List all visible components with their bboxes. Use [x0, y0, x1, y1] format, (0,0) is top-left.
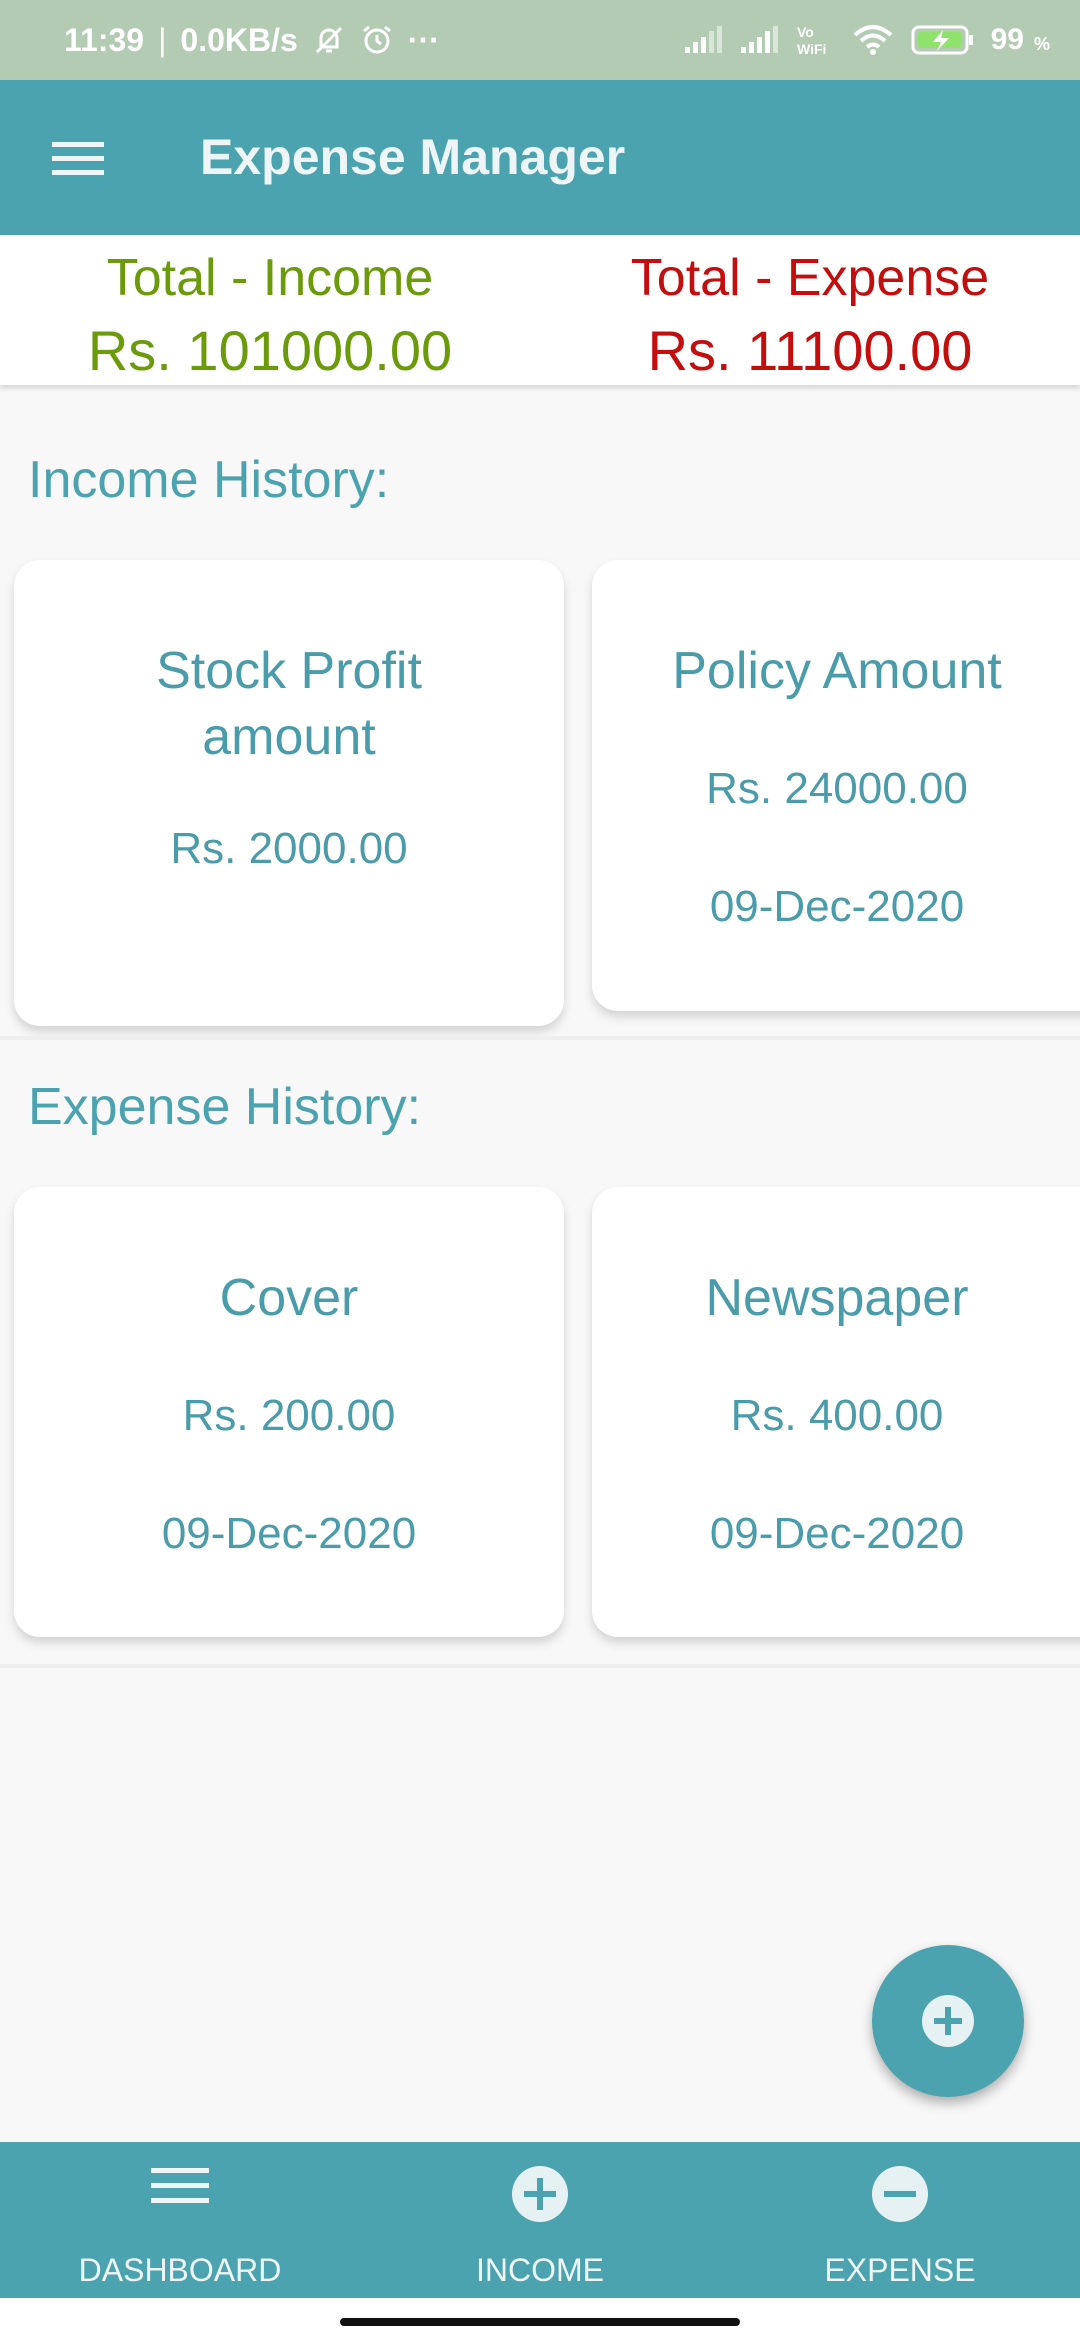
expense-strip-divider	[0, 1664, 1080, 1668]
total-expense-value: Rs. 11100.00	[647, 319, 973, 382]
svg-text:Vo: Vo	[797, 24, 814, 40]
status-bar: 11:39 | 0.0KB/s ··· Vo WiFi 99 %	[0, 0, 1080, 80]
network-speed: 0.0KB/s	[180, 21, 298, 58]
expense-card-title: Newspaper	[705, 1269, 969, 1327]
income-card-title: Policy Amount	[672, 642, 1002, 700]
income-strip-divider	[0, 1036, 1080, 1040]
income-card-amount: Rs. 24000.00	[706, 764, 968, 813]
expense-card[interactable]: Cover Rs. 200.00 09-Dec-2020	[14, 1187, 564, 1637]
income-card-date: 09-Dec-2020	[709, 882, 965, 931]
app-bar: Expense Manager	[0, 80, 1080, 235]
expense-card-date: 09-Dec-2020	[709, 1509, 965, 1558]
income-card[interactable]: Stock Profit amount Rs. 2000.00	[14, 560, 564, 1026]
income-card-title-line1: Stock Profit	[156, 642, 422, 700]
plus-circle-icon	[512, 2166, 568, 2222]
status-left: 11:39 | 0.0KB/s ···	[64, 0, 440, 80]
total-expense-label: Total - Expense	[630, 249, 990, 307]
plus-icon	[922, 1995, 974, 2047]
income-history-title: Income History:	[28, 451, 390, 509]
alarm-icon	[362, 25, 391, 54]
expense-card-date: 09-Dec-2020	[161, 1509, 417, 1558]
income-card[interactable]: Policy Amount Rs. 24000.00 09-Dec-2020	[592, 560, 1080, 1011]
total-income: Total - Income Rs. 101000.00	[0, 243, 540, 389]
income-card-title-line2: amount	[202, 708, 376, 766]
nav-label-expense: EXPENSE	[824, 2252, 976, 2288]
battery-icon	[911, 25, 973, 55]
total-expense: Total - Expense Rs. 11100.00	[540, 243, 1080, 389]
expense-card-title: Cover	[219, 1269, 359, 1327]
wifi-icon	[853, 25, 892, 55]
minus-circle-icon	[872, 2166, 928, 2222]
status-separator: |	[158, 21, 167, 58]
page-title: Expense Manager	[200, 129, 626, 185]
expense-card-amount: Rs. 200.00	[182, 1391, 396, 1440]
nav-label-income: INCOME	[476, 2252, 604, 2288]
status-right: Vo WiFi 99 %	[683, 0, 1050, 80]
add-fab-button[interactable]	[872, 1945, 1024, 2097]
status-time: 11:39	[64, 21, 145, 58]
expense-history-title: Expense History:	[28, 1078, 422, 1136]
more-notifications-icon: ···	[407, 21, 440, 58]
nav-item-income[interactable]: INCOME	[360, 2142, 720, 2298]
expense-card-amount: Rs. 400.00	[730, 1391, 944, 1440]
battery-percent-unit: %	[1033, 33, 1050, 54]
bottom-navigation: DASHBOARD INCOME EXPENSE	[0, 2142, 1080, 2298]
total-income-value: Rs. 101000.00	[87, 319, 453, 382]
list-icon	[151, 2168, 209, 2203]
hamburger-icon	[52, 142, 104, 175]
signal-1-icon	[684, 26, 722, 53]
nav-item-dashboard[interactable]: DASHBOARD	[0, 2142, 360, 2298]
svg-text:WiFi: WiFi	[797, 41, 826, 57]
vowifi-icon: Vo WiFi	[797, 24, 826, 57]
home-indicator[interactable]	[340, 2318, 740, 2326]
totals-summary: Total - Income Rs. 101000.00 Total - Exp…	[0, 235, 1080, 385]
nav-label-dashboard: DASHBOARD	[78, 2252, 282, 2288]
nav-item-expense[interactable]: EXPENSE	[720, 2142, 1080, 2298]
signal-2-icon	[740, 26, 778, 53]
expense-card[interactable]: Newspaper Rs. 400.00 09-Dec-2020	[592, 1187, 1080, 1637]
mute-bell-icon	[315, 26, 342, 54]
income-card-amount: Rs. 2000.00	[170, 824, 408, 873]
total-income-label: Total - Income	[106, 249, 434, 307]
menu-button[interactable]	[40, 124, 116, 194]
battery-percent: 99	[990, 23, 1024, 56]
